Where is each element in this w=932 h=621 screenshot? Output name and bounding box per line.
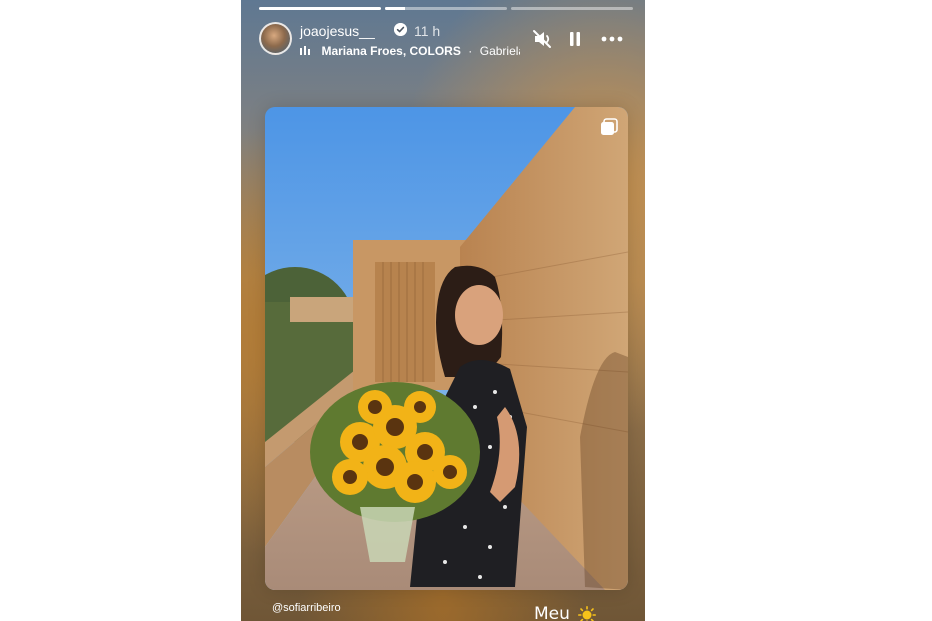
post-time: 11 h [414, 23, 441, 39]
pause-icon [570, 32, 580, 46]
mute-button[interactable] [531, 28, 553, 50]
story-header: joaojesus__ 11 h Mariana Froes, COLORS ·… [259, 20, 631, 58]
progress-fill [259, 7, 381, 10]
story-caption: Meu [534, 604, 570, 621]
username[interactable]: joaojesus__ [300, 23, 375, 39]
music-attribution[interactable]: Mariana Froes, COLORS · Gabriela · A [300, 42, 520, 58]
instagram-story-viewer[interactable]: joaojesus__ 11 h Mariana Froes, COLORS ·… [241, 0, 645, 621]
pause-button[interactable] [564, 28, 586, 50]
more-horizontal-icon [601, 36, 623, 42]
progress-segment [511, 7, 633, 10]
progress-segment [259, 7, 381, 10]
music-artist: Mariana Froes, COLORS [321, 43, 461, 58]
verified-badge-icon [394, 23, 407, 36]
more-options-button[interactable] [600, 28, 623, 50]
story-progress [259, 7, 633, 10]
photo-credit[interactable]: @sofiarribeiro [272, 602, 341, 614]
photo-woman-with-sunflowers [265, 107, 628, 590]
page: joaojesus__ 11 h Mariana Froes, COLORS ·… [0, 0, 932, 621]
audio-bars-icon [300, 45, 310, 55]
progress-segment [385, 7, 507, 10]
speaker-muted-icon [533, 30, 551, 48]
music-separator: · [468, 43, 473, 58]
sun-emoji-icon [578, 606, 596, 621]
music-song: Gabriela · A [479, 43, 520, 58]
carousel-multiple-icon [601, 118, 618, 135]
reposted-photo[interactable] [265, 107, 628, 590]
progress-fill [385, 7, 405, 10]
avatar[interactable] [259, 22, 292, 55]
